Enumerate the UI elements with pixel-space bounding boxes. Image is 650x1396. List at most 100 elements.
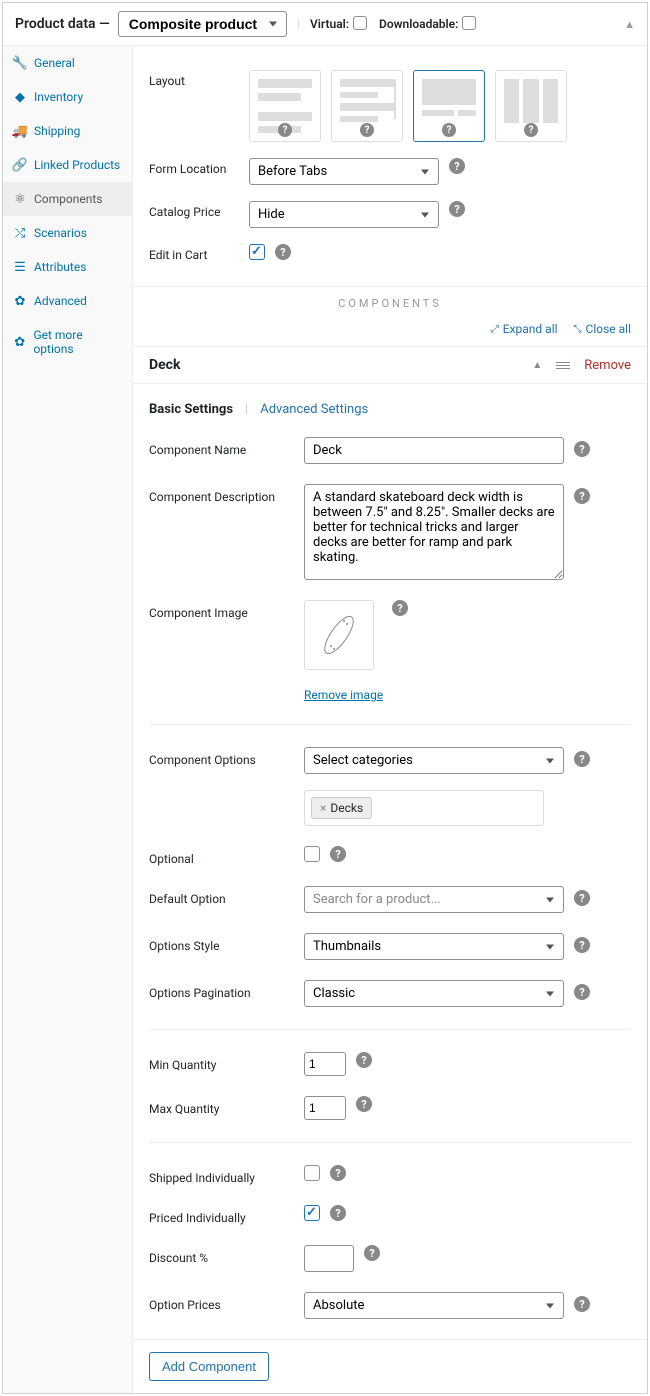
component-description-label: Component Description <box>149 484 304 504</box>
form-location-label: Form Location <box>149 158 249 176</box>
remove-tag-icon[interactable]: × <box>320 801 326 815</box>
layout-option-4[interactable]: ? <box>495 70 567 142</box>
sidebar-item-inventory[interactable]: ◆Inventory <box>3 80 132 114</box>
shuffle-icon: ⤭ <box>13 226 27 240</box>
discount-label: Discount % <box>149 1245 304 1265</box>
option-prices-label: Option Prices <box>149 1292 304 1312</box>
panel-title: Product data — <box>15 16 110 32</box>
remove-image-link[interactable]: Remove image <box>304 688 383 702</box>
sidebar-item-more[interactable]: ✿ Get more options <box>3 318 132 366</box>
collapse-component-icon[interactable]: ▲ <box>532 360 542 371</box>
help-icon[interactable]: ? <box>278 123 292 137</box>
help-icon[interactable]: ? <box>574 1296 590 1312</box>
edit-in-cart-label: Edit in Cart <box>149 244 249 262</box>
collapse-panel-icon[interactable]: ▲ <box>624 18 635 31</box>
options-pagination-select[interactable]: Classic <box>304 980 564 1007</box>
gear-icon: ✿ <box>13 335 26 349</box>
expand-icon: ⤢ <box>491 324 499 335</box>
sidebar-item-attributes[interactable]: ☰Attributes <box>3 250 132 284</box>
help-icon[interactable]: ? <box>524 123 538 137</box>
edit-in-cart-checkbox[interactable] <box>249 244 265 260</box>
help-icon[interactable]: ? <box>449 201 465 217</box>
category-tags-box[interactable]: ×Decks <box>304 790 544 826</box>
priced-indiv-label: Priced Individually <box>149 1205 304 1225</box>
component-options-select[interactable]: Select categories <box>304 747 564 774</box>
default-option-label: Default Option <box>149 886 304 906</box>
help-icon[interactable]: ? <box>360 123 374 137</box>
sidebar-item-advanced[interactable]: ✿Advanced <box>3 284 132 318</box>
catalog-price-label: Catalog Price <box>149 201 249 219</box>
options-pagination-label: Options Pagination <box>149 980 304 1000</box>
skateboard-icon <box>314 610 364 660</box>
layout-option-1[interactable]: ? <box>249 70 321 142</box>
sidebar-item-label: Linked Products <box>34 158 120 172</box>
sidebar-item-label: Inventory <box>34 90 83 104</box>
help-icon[interactable]: ? <box>442 123 456 137</box>
section-title: COMPONENTS <box>133 286 647 310</box>
default-option-select[interactable]: Search for a product... <box>304 886 564 913</box>
option-prices-select[interactable]: Absolute <box>304 1292 564 1319</box>
expand-all-link[interactable]: ⤢Expand all <box>491 322 558 336</box>
help-icon[interactable]: ? <box>574 441 590 457</box>
component-name-input[interactable] <box>304 437 564 464</box>
virtual-checkbox[interactable] <box>353 16 367 30</box>
help-icon[interactable]: ? <box>275 244 291 260</box>
shipped-indiv-checkbox[interactable] <box>304 1165 320 1181</box>
component-name-label: Component Name <box>149 437 304 457</box>
help-icon[interactable]: ? <box>330 846 346 862</box>
sidebar-item-components[interactable]: ⚛Components <box>3 182 132 216</box>
category-tag[interactable]: ×Decks <box>311 797 372 819</box>
collapse-icon: ⤡ <box>574 324 582 335</box>
max-qty-label: Max Quantity <box>149 1096 304 1116</box>
add-component-button[interactable]: Add Component <box>149 1352 269 1381</box>
help-icon[interactable]: ? <box>392 600 408 616</box>
sidebar-item-shipping[interactable]: 🚚Shipping <box>3 114 132 148</box>
help-icon[interactable]: ? <box>356 1096 372 1112</box>
link-icon: 🔗 <box>13 158 27 172</box>
help-icon[interactable]: ? <box>574 984 590 1000</box>
help-icon[interactable]: ? <box>574 937 590 953</box>
layout-option-3[interactable]: ? <box>413 70 485 142</box>
optional-checkbox[interactable] <box>304 846 320 862</box>
sidebar-item-linked[interactable]: 🔗 Linked Products <box>3 148 132 182</box>
sidebar-item-general[interactable]: 🔧General <box>3 46 132 80</box>
discount-input[interactable] <box>304 1245 354 1272</box>
tab-advanced[interactable]: Advanced Settings <box>260 402 368 417</box>
product-type-select[interactable]: Composite product <box>118 11 287 37</box>
close-all-link[interactable]: ⤡Close all <box>574 322 631 336</box>
component-image-thumb[interactable] <box>304 600 374 670</box>
remove-component-link[interactable]: Remove <box>584 358 631 373</box>
component-options-label: Component Options <box>149 747 304 767</box>
sort-handle-icon[interactable] <box>556 360 570 371</box>
sidebar-item-label: Attributes <box>34 260 86 274</box>
layout-option-2[interactable]: ? <box>331 70 403 142</box>
help-icon[interactable]: ? <box>330 1165 346 1181</box>
panel-header: Product data — Composite product | Virtu… <box>3 3 647 46</box>
downloadable-label: Downloadable: <box>379 17 458 31</box>
layout-label: Layout <box>149 70 249 88</box>
component-image-label: Component Image <box>149 600 304 620</box>
help-icon[interactable]: ? <box>356 1052 372 1068</box>
catalog-price-select[interactable]: Hide <box>249 201 439 228</box>
min-qty-label: Min Quantity <box>149 1052 304 1072</box>
priced-indiv-checkbox[interactable] <box>304 1205 320 1221</box>
max-qty-input[interactable] <box>304 1096 346 1120</box>
optional-label: Optional <box>149 846 304 866</box>
min-qty-input[interactable] <box>304 1052 346 1076</box>
help-icon[interactable]: ? <box>574 488 590 504</box>
form-location-select[interactable]: Before Tabs <box>249 158 439 185</box>
component-description-textarea[interactable]: A standard skateboard deck width is betw… <box>304 484 564 580</box>
sidebar-item-label: Components <box>34 192 103 206</box>
sidebar-item-label: Get more options <box>33 328 122 356</box>
sidebar-item-scenarios[interactable]: ⤭Scenarios <box>3 216 132 250</box>
options-style-select[interactable]: Thumbnails <box>304 933 564 960</box>
tab-basic[interactable]: Basic Settings <box>149 402 233 417</box>
help-icon[interactable]: ? <box>364 1245 380 1261</box>
help-icon[interactable]: ? <box>330 1205 346 1221</box>
sidebar-item-label: Shipping <box>34 124 80 138</box>
help-icon[interactable]: ? <box>574 751 590 767</box>
help-icon[interactable]: ? <box>449 158 465 174</box>
sidebar: 🔧General ◆Inventory 🚚Shipping 🔗 Linked Pr… <box>3 46 133 1393</box>
downloadable-checkbox[interactable] <box>462 16 476 30</box>
help-icon[interactable]: ? <box>574 890 590 906</box>
